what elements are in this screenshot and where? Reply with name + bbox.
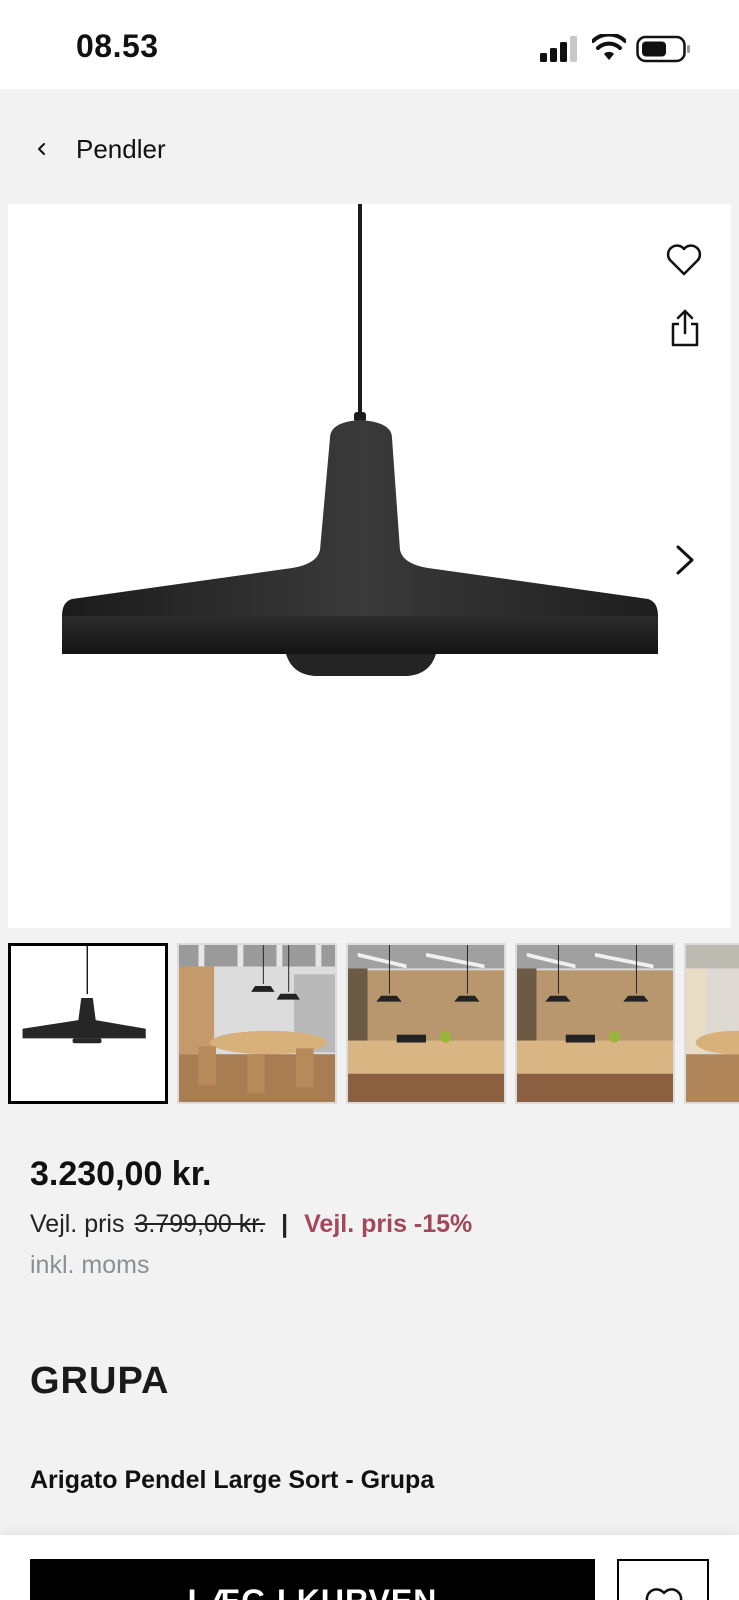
price-comparison-row: Vejl. pris 3.799,00 kr. | Vejl. pris -15…	[30, 1210, 720, 1239]
status-time: 08.53	[76, 28, 159, 64]
top-navigation: Pendler	[0, 89, 739, 204]
product-price: 3.230,00 kr.	[30, 1155, 212, 1193]
pendant-lamp-image	[62, 204, 658, 676]
chevron-left-icon	[38, 143, 45, 155]
dining-room-thumbnail-image	[179, 945, 335, 1102]
wishlist-button[interactable]	[617, 1559, 709, 1600]
thumbnail-pendant-lamp[interactable]	[8, 943, 168, 1104]
chevron-right-icon[interactable]	[670, 540, 700, 580]
dining-room-thumbnail-image	[517, 945, 673, 1102]
rrp-old-price: 3.799,00 kr.	[134, 1210, 266, 1238]
heart-icon	[645, 1588, 683, 1600]
status-bar: 08.53	[0, 0, 739, 89]
price-separator: |	[281, 1210, 289, 1238]
discount-label: Vejl. pris -15%	[304, 1210, 473, 1238]
thumbnail-strip[interactable]	[8, 943, 739, 1104]
rrp-label: Vejl. pris	[30, 1210, 125, 1238]
thumbnail-dining-room-3[interactable]	[515, 943, 675, 1104]
battery-icon	[636, 35, 690, 63]
thumbnail-dining-room-2[interactable]	[346, 943, 506, 1104]
product-title: Arigato Pendel Large Sort - Grupa	[30, 1466, 435, 1494]
pendant-lamp-thumbnail-image	[11, 946, 165, 1101]
product-image-main[interactable]	[8, 204, 731, 928]
wifi-icon	[592, 34, 626, 60]
thumbnail-dining-room-1[interactable]	[177, 943, 337, 1104]
dining-room-thumbnail-image	[686, 945, 739, 1102]
cellular-signal-icon	[540, 36, 577, 62]
vat-note: inkl. moms	[30, 1251, 150, 1279]
thumbnail-dining-room-4[interactable]	[684, 943, 739, 1104]
back-button-label: Pendler	[76, 133, 166, 164]
favorite-heart-icon[interactable]	[664, 240, 704, 280]
add-to-cart-button[interactable]: LÆG I KURVEN	[30, 1559, 595, 1600]
dining-room-thumbnail-image	[348, 945, 504, 1102]
price-section: 3.230,00 kr. Vejl. pris 3.799,00 kr. | V…	[30, 1155, 720, 1280]
brand-logo[interactable]: GRUPA	[30, 1360, 169, 1403]
bottom-action-bar: LÆG I KURVEN	[0, 1535, 739, 1600]
share-icon[interactable]	[668, 308, 702, 348]
back-button[interactable]: Pendler	[30, 129, 166, 169]
